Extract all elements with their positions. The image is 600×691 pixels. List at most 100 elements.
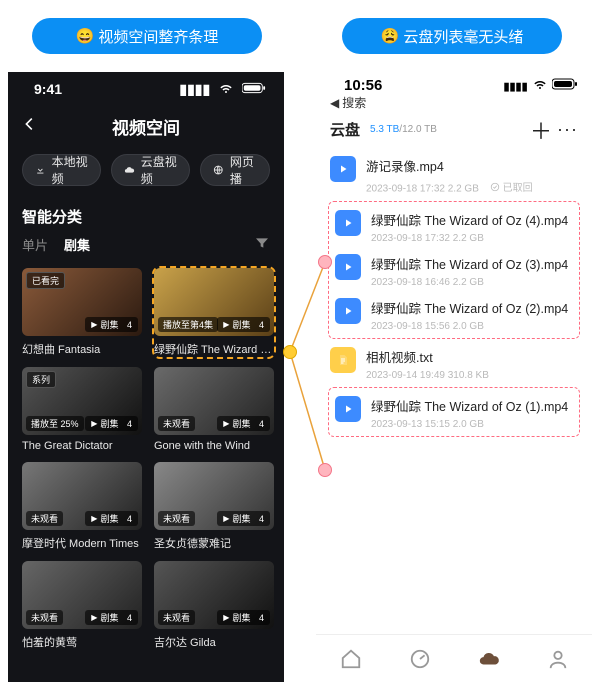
badge-series: 剧集 4: [85, 416, 138, 431]
more-button[interactable]: ···: [557, 119, 578, 140]
file-item[interactable]: 绿野仙踪 The Wizard of Oz (4).mp4 2023-09-18…: [331, 204, 577, 248]
video-card-highlighted[interactable]: 播放至第4集 剧集 4 绿野仙踪 The Wizard of Oz: [154, 268, 274, 357]
chip-local-video[interactable]: 本地视频: [22, 154, 101, 186]
file-meta: 2023-09-18 15:56 2.0 GB: [371, 321, 573, 332]
tab-single[interactable]: 单片: [22, 235, 48, 254]
video-file-icon: [335, 396, 361, 422]
video-title: 圣女贞德蒙难记: [154, 535, 274, 551]
bottom-nav: [316, 634, 592, 682]
file-meta: 2023-09-18 16:46 2.2 GB: [371, 277, 573, 288]
badge-bottom-left: 未观看: [158, 610, 195, 625]
file-name: 游记录像.mp4: [366, 156, 578, 175]
chevron-left-icon: ◀: [330, 96, 339, 110]
banner-right-text: 云盘列表毫无头绪: [403, 26, 523, 47]
file-name: 相机视频.txt: [366, 347, 578, 366]
connector-dot-target: [318, 255, 332, 269]
video-title: 摩登时代 Modern Times: [22, 535, 142, 551]
video-card[interactable]: 未观看 剧集 4 圣女贞德蒙难记: [154, 462, 274, 551]
banner-left-text: 视频空间整齐条理: [98, 26, 218, 47]
battery-icon: [552, 77, 578, 94]
wifi-icon: [218, 81, 238, 97]
filter-icon[interactable]: [254, 235, 270, 254]
banner-right: 😩 云盘列表毫无头绪: [342, 18, 562, 54]
file-meta: 2023-09-18 17:32 2.2 GB 已取回: [366, 179, 578, 195]
text-file-icon: [330, 347, 356, 373]
cloud-icon: [124, 163, 135, 177]
tab-cloud-drive[interactable]: 云盘: [330, 119, 360, 140]
badge-bottom-left: 未观看: [26, 610, 63, 625]
video-title: 怕羞的黄莺: [22, 634, 142, 650]
file-item[interactable]: 绿野仙踪 The Wizard of Oz (1).mp4 2023-09-13…: [331, 390, 577, 434]
chip-web-label: 网页播: [230, 153, 257, 187]
status-icons: ▮▮▮▮: [503, 77, 578, 94]
search-back[interactable]: ◀ 搜索: [316, 94, 592, 111]
badge-series: 剧集 4: [85, 511, 138, 526]
file-name: 绿野仙踪 The Wizard of Oz (3).mp4: [371, 254, 573, 273]
search-label: 搜索: [342, 94, 366, 111]
category-tabs: 单片 剧集: [8, 231, 284, 264]
badge-series: 剧集 4: [217, 610, 270, 625]
badge-bottom-left: 未观看: [26, 511, 63, 526]
download-icon: [35, 163, 46, 177]
battery-icon: [242, 81, 266, 97]
file-list[interactable]: 游记录像.mp4 2023-09-18 17:32 2.2 GB 已取回 绿野仙…: [316, 146, 592, 437]
nav-home[interactable]: [340, 648, 362, 670]
globe-icon: [213, 163, 224, 177]
phone-video-space: 9:41 ▮▮▮▮ 视频空间 本地视频 云盘视频 网页播 智能: [8, 72, 284, 682]
nav-cloud[interactable]: [478, 648, 500, 670]
nav-speed[interactable]: [409, 648, 431, 670]
emoji-weary: 😩: [381, 27, 400, 45]
file-item[interactable]: 相机视频.txt 2023-09-14 19:49 310.8 KB: [326, 341, 582, 385]
nav-profile[interactable]: [547, 648, 569, 670]
video-card[interactable]: 未观看 剧集 4 Gone with the Wind: [154, 367, 274, 452]
related-group: 绿野仙踪 The Wizard of Oz (4).mp4 2023-09-18…: [328, 201, 580, 339]
connector-dot-source: [283, 345, 297, 359]
video-card[interactable]: 已看完 剧集 4 幻想曲 Fantasia: [22, 268, 142, 357]
video-title: The Great Dictator: [22, 440, 142, 452]
badge-series: 剧集 4: [85, 317, 138, 332]
badge-bottom-left: 未观看: [158, 416, 195, 431]
chip-cloud-video[interactable]: 云盘视频: [111, 154, 190, 186]
source-chip-row: 本地视频 云盘视频 网页播: [8, 146, 284, 200]
connector-dot-target: [318, 463, 332, 477]
file-meta: 2023-09-18 17:32 2.2 GB: [371, 233, 573, 244]
header-title: 视频空间: [112, 114, 180, 139]
badge-series: 剧集 4: [217, 511, 270, 526]
file-name: 绿野仙踪 The Wizard of Oz (2).mp4: [371, 298, 573, 317]
status-bar: 9:41 ▮▮▮▮: [8, 72, 284, 106]
badge-series: 剧集 4: [85, 610, 138, 625]
badge-bottom-left: 播放至 25%: [26, 416, 84, 431]
file-item[interactable]: 绿野仙踪 The Wizard of Oz (2).mp4 2023-09-18…: [331, 292, 577, 336]
related-group: 绿野仙踪 The Wizard of Oz (1).mp4 2023-09-13…: [328, 387, 580, 437]
video-title: 幻想曲 Fantasia: [22, 341, 142, 357]
file-item[interactable]: 游记录像.mp4 2023-09-18 17:32 2.2 GB 已取回: [326, 150, 582, 199]
badge-series: 剧集 4: [217, 317, 270, 332]
drive-header: 云盘 5.3 TB/12.0 TB ＋ ···: [316, 111, 592, 146]
video-card[interactable]: 未观看 剧集 4 怕羞的黄莺: [22, 561, 142, 650]
badge-bottom-left: 播放至第4集: [158, 317, 218, 332]
file-name: 绿野仙踪 The Wizard of Oz (4).mp4: [371, 210, 573, 229]
chip-web-play[interactable]: 网页播: [200, 154, 270, 186]
badge-top-left: 系列: [26, 371, 56, 388]
phone-cloud-drive: 10:56 ▮▮▮▮ ◀ 搜索 云盘 5.3 TB/12.0 TB ＋ ··· …: [316, 72, 592, 682]
status-icons: ▮▮▮▮: [175, 81, 266, 98]
back-button[interactable]: [20, 113, 38, 139]
video-card[interactable]: 系列 播放至 25% 剧集 4 The Great Dictator: [22, 367, 142, 452]
file-meta: 2023-09-13 15:15 2.0 GB: [371, 419, 573, 430]
video-file-icon: [330, 156, 356, 182]
file-item[interactable]: 绿野仙踪 The Wizard of Oz (3).mp4 2023-09-18…: [331, 248, 577, 292]
badge-bottom-left: 未观看: [158, 511, 195, 526]
status-time: 10:56: [344, 77, 382, 94]
video-file-icon: [335, 298, 361, 324]
video-card[interactable]: 未观看 剧集 4 吉尔达 Gilda: [154, 561, 274, 650]
badge-top-left: 已看完: [26, 272, 65, 289]
video-title: Gone with the Wind: [154, 440, 274, 452]
video-grid: 已看完 剧集 4 幻想曲 Fantasia 播放至第4集 剧集 4 绿野仙踪 T…: [8, 264, 284, 650]
file-name: 绿野仙踪 The Wizard of Oz (1).mp4: [371, 396, 573, 415]
tab-series[interactable]: 剧集: [64, 235, 90, 254]
video-title: 吉尔达 Gilda: [154, 634, 274, 650]
retrieved-badge: 已取回: [490, 179, 533, 194]
add-button[interactable]: ＋: [530, 114, 552, 146]
banner-left: 😄 视频空间整齐条理: [32, 18, 262, 54]
video-card[interactable]: 未观看 剧集 4 摩登时代 Modern Times: [22, 462, 142, 551]
